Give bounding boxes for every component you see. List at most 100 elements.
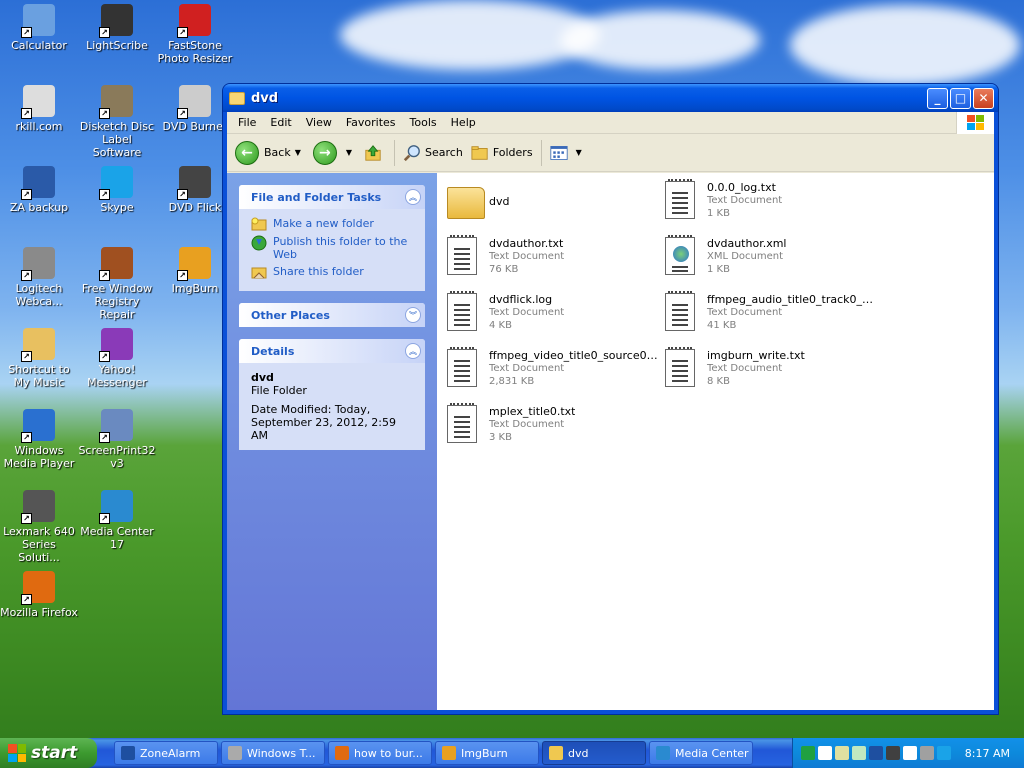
desktop-icon[interactable]: ↗ LightScribe — [78, 4, 156, 52]
search-button[interactable]: Search — [399, 142, 467, 164]
tray-icon[interactable] — [818, 746, 832, 760]
taskbar-button[interactable]: ImgBurn — [435, 741, 539, 765]
tray-icon[interactable] — [903, 746, 917, 760]
publish-folder-link[interactable]: Publish this folder to the Web — [251, 235, 413, 261]
file-size: 1 KB — [707, 264, 730, 275]
desktop-icon[interactable]: ↗ Disketch Disc Label Software — [78, 85, 156, 159]
panel-header[interactable]: Details ︽ — [239, 339, 425, 363]
search-label: Search — [425, 146, 463, 159]
desktop-icon[interactable]: ↗ Yahoo! Messenger — [78, 328, 156, 389]
file-item[interactable]: dvdauthor.xml XML Document 1 KB — [665, 235, 880, 287]
desktop-icon-label: Logitech Webca... — [15, 282, 63, 308]
desktop-icon[interactable]: ↗ FastStone Photo Resizer — [156, 4, 234, 65]
up-button[interactable] — [360, 142, 390, 164]
desktop-icon[interactable]: ↗ Free Window Registry Repair — [78, 247, 156, 321]
minimize-button[interactable]: _ — [927, 87, 948, 109]
toolbar-separator — [540, 139, 542, 166]
desktop-icon[interactable]: ↗ Lexmark 640 Series Soluti... — [0, 490, 78, 564]
desktop-icon-label: Calculator — [11, 39, 67, 52]
shortcut-arrow-icon: ↗ — [99, 432, 110, 443]
text-document-icon — [447, 347, 479, 393]
desktop-icon[interactable]: ↗ Windows Media Player — [0, 409, 78, 470]
expand-icon[interactable]: ︾ — [405, 307, 421, 323]
title-bar[interactable]: dvd _ □ ✕ — [223, 84, 998, 112]
file-size: 3 KB — [489, 432, 512, 443]
menu-file[interactable]: File — [231, 116, 263, 129]
taskbar-button[interactable]: Media Center — [649, 741, 753, 765]
taskbar-button[interactable]: ZoneAlarm — [114, 741, 218, 765]
file-size: 2,831 KB — [489, 376, 535, 387]
start-button[interactable]: start — [0, 738, 97, 768]
panel-header[interactable]: File and Folder Tasks ︽ — [239, 185, 425, 209]
menu-view[interactable]: View — [299, 116, 339, 129]
desktop-icon[interactable]: ↗ Media Center 17 — [78, 490, 156, 551]
desktop-icon-label: Yahoo! Messenger — [87, 363, 147, 389]
file-item[interactable]: ffmpeg_video_title0_source0.txt Text Docu… — [447, 347, 662, 399]
taskbar-button[interactable]: dvd — [542, 741, 646, 765]
desktop-icon[interactable]: ↗ Calculator — [0, 4, 78, 52]
file-item[interactable]: 0.0.0_log.txt Text Document 1 KB — [665, 179, 880, 231]
taskbar-button[interactable]: Windows T... — [221, 741, 325, 765]
folders-icon — [471, 144, 489, 162]
chevron-down-icon[interactable]: ▼ — [295, 148, 301, 157]
desktop-icon[interactable]: ↗ Skype — [78, 166, 156, 214]
share-folder-link[interactable]: Share this folder — [251, 265, 413, 279]
collapse-icon[interactable]: ︽ — [405, 343, 421, 359]
file-size: 41 KB — [707, 320, 737, 331]
menu-tools[interactable]: Tools — [403, 116, 444, 129]
shortcut-arrow-icon: ↗ — [99, 27, 110, 38]
clock: 8:17 AM — [964, 746, 1010, 760]
desktop-icon[interactable]: ↗ rkill.com — [0, 85, 78, 133]
tray-icon[interactable] — [886, 746, 900, 760]
zonealarm-backup-icon: ↗ — [21, 166, 55, 200]
file-item[interactable]: ffmpeg_audio_title0_track0_s... Text Docu… — [665, 291, 880, 343]
taskbar-button-label: dvd — [568, 746, 589, 760]
windows-flag-icon — [8, 744, 26, 762]
desktop-icon[interactable]: ↗ Logitech Webca... — [0, 247, 78, 308]
close-button[interactable]: ✕ — [973, 87, 994, 109]
taskbar-button-label: how to bur... — [354, 746, 423, 760]
desktop-icon-label: rkill.com — [15, 120, 63, 133]
folders-button[interactable]: Folders — [467, 142, 537, 164]
zonealarm-tray-icon[interactable] — [869, 746, 883, 760]
views-button[interactable]: ▼ — [546, 142, 590, 164]
desktop-icon[interactable]: ↗ Mozilla Firefox — [0, 571, 78, 619]
skype-icon: ↗ — [99, 166, 133, 200]
menu-help[interactable]: Help — [444, 116, 483, 129]
desktop-icon[interactable]: ↗ ScreenPrint32 v3 — [78, 409, 156, 470]
folder-icon — [229, 91, 245, 105]
taskbar-button[interactable]: how to bur... — [328, 741, 432, 765]
text-document-icon — [447, 235, 479, 281]
maximize-button[interactable]: □ — [950, 87, 971, 109]
back-button[interactable]: ← Back ▼ — [231, 139, 309, 167]
tray-icon[interactable] — [835, 746, 849, 760]
folder-item[interactable]: dvd — [447, 181, 662, 231]
forward-button[interactable]: → ▼ — [309, 139, 360, 167]
file-list: dvd 0.0.0_log.txt Text Document 1 KB dvdauth… — [437, 173, 994, 710]
menu-bar: File Edit View Favorites Tools Help — [227, 112, 994, 134]
menu-favorites[interactable]: Favorites — [339, 116, 403, 129]
volume-icon[interactable] — [920, 746, 934, 760]
collapse-icon[interactable]: ︽ — [405, 189, 421, 205]
panel-header[interactable]: Other Places ︾ — [239, 303, 425, 327]
desktop-icon[interactable]: ↗ Shortcut to My Music — [0, 328, 78, 389]
desktop-icon-label: Lexmark 640 Series Soluti... — [3, 525, 75, 564]
chevron-down-icon[interactable]: ▼ — [346, 148, 352, 157]
file-item[interactable]: mplex_title0.txt Text Document 3 KB — [447, 403, 662, 455]
desktop-icon-label: LightScribe — [86, 39, 148, 52]
tray-icon[interactable] — [801, 746, 815, 760]
make-new-folder-link[interactable]: Make a new folder — [251, 217, 413, 231]
menu-edit[interactable]: Edit — [263, 116, 298, 129]
tray-icon[interactable] — [852, 746, 866, 760]
imgburn-icon: ↗ — [177, 247, 211, 281]
file-item[interactable]: imgburn_write.txt Text Document 8 KB — [665, 347, 880, 399]
file-item[interactable]: dvdflick.log Text Document 4 KB — [447, 291, 662, 343]
skype-icon[interactable] — [937, 746, 951, 760]
file-name: dvdflick.log — [489, 293, 553, 306]
desktop-icon[interactable]: ↗ ZA backup — [0, 166, 78, 214]
file-item[interactable]: dvdauthor.txt Text Document 76 KB — [447, 235, 662, 287]
file-size: 8 KB — [707, 376, 730, 387]
file-name: dvdauthor.xml — [707, 237, 787, 250]
media-center-icon — [656, 746, 670, 760]
dvd-flick-icon: ↗ — [177, 166, 211, 200]
